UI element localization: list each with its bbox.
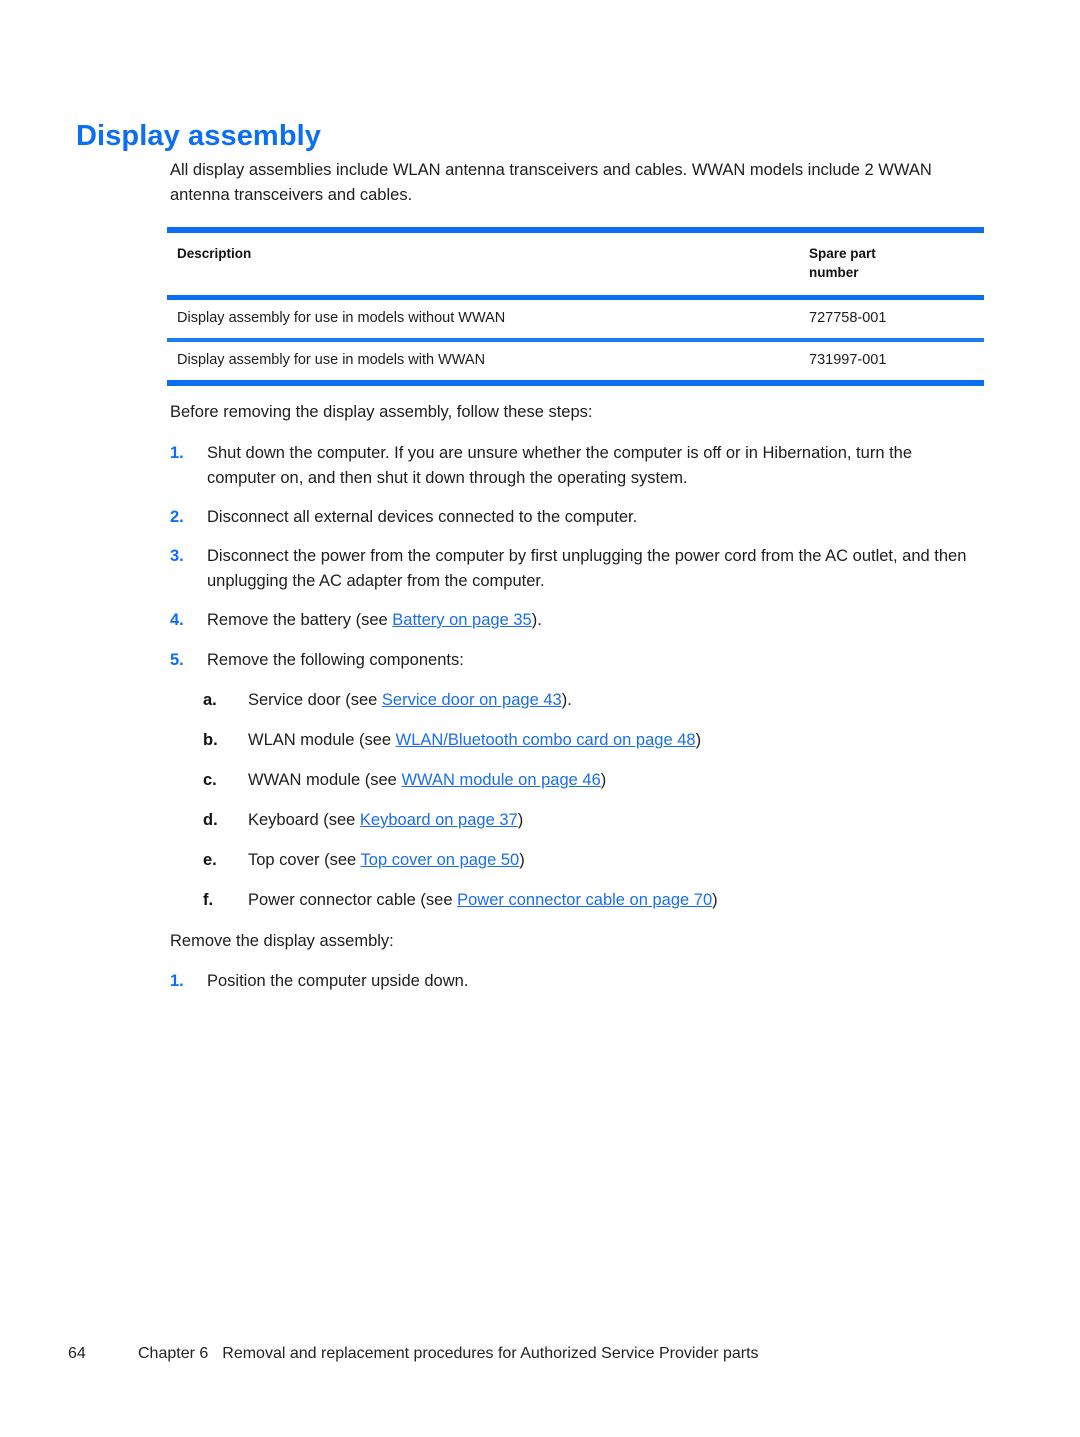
- step-text: Remove the following components:: [207, 651, 464, 669]
- step-marker: 1.: [170, 444, 184, 462]
- substep-marker: f.: [203, 891, 214, 909]
- step-text-prefix: Remove the battery (see: [207, 611, 393, 629]
- substep-marker: d.: [203, 811, 218, 829]
- before-removal-steps: 1. Shut down the computer. If you are un…: [170, 441, 984, 673]
- step-item: 3. Disconnect the power from the compute…: [170, 544, 984, 594]
- substep-marker: b.: [203, 731, 218, 749]
- cross-reference-link-keyboard[interactable]: Keyboard on page 37: [360, 811, 518, 829]
- step-marker: 5.: [170, 651, 184, 669]
- step-text: Disconnect the power from the computer b…: [207, 547, 967, 590]
- substep-item: b. WLAN module (see WLAN/Bluetooth combo…: [203, 728, 984, 753]
- table-row: Display assembly for use in models witho…: [167, 300, 984, 338]
- footer-chapter-title: Removal and replacement procedures for A…: [222, 1345, 759, 1362]
- before-removal-section: Before removing the display assembly, fo…: [170, 400, 984, 994]
- substep-marker: a.: [203, 691, 217, 709]
- cross-reference-link-power-connector-cable[interactable]: Power connector cable on page 70: [457, 891, 712, 909]
- cell-spare-part-number: 727758-001: [809, 310, 887, 326]
- cross-reference-link-service-door[interactable]: Service door on page 43: [382, 691, 562, 709]
- cell-spare-part-number: 731997-001: [809, 351, 887, 368]
- substep-text-prefix: WLAN module (see: [248, 731, 396, 749]
- cell-description: Display assembly for use in models witho…: [177, 310, 506, 326]
- remove-section-lead-in: Remove the display assembly:: [170, 932, 394, 950]
- footer-chapter: Chapter 6: [138, 1345, 209, 1362]
- cross-reference-link-top-cover[interactable]: Top cover on page 50: [361, 851, 520, 869]
- step-item: 1. Position the computer upside down.: [170, 969, 984, 994]
- step-item: 4. Remove the battery (see Battery on pa…: [170, 608, 984, 633]
- footer-page-number: 64: [68, 1345, 86, 1362]
- step-item: 2. Disconnect all external devices conne…: [170, 505, 984, 530]
- substep-text-suffix: ): [600, 771, 607, 789]
- substep-text-prefix: Service door (see: [248, 691, 382, 709]
- component-substeps: a. Service door (see Service door on pag…: [170, 688, 984, 913]
- step-item: 1. Shut down the computer. If you are un…: [170, 441, 984, 491]
- substep-item: e. Top cover (see Top cover on page 50): [203, 848, 984, 873]
- step-text: Shut down the computer. If you are unsur…: [207, 444, 913, 487]
- cross-reference-link-wwan-module[interactable]: WWAN module on page 46: [401, 771, 600, 789]
- step-marker: 3.: [170, 547, 184, 565]
- substep-text-prefix: Keyboard (see: [248, 811, 360, 829]
- step-text: Position the computer upside down.: [207, 972, 469, 990]
- step-marker: 2.: [170, 508, 184, 526]
- intro-paragraph: All display assemblies include WLAN ante…: [170, 161, 932, 204]
- cross-reference-link-battery[interactable]: Battery on page 35: [392, 611, 531, 629]
- spare-parts-table: Description Spare part number Display as…: [167, 227, 984, 386]
- intro-paragraph-container: All display assemblies include WLAN ante…: [170, 158, 984, 208]
- substep-item: c. WWAN module (see WWAN module on page …: [203, 768, 984, 793]
- substep-text-suffix: ): [517, 811, 524, 829]
- substep-item: d. Keyboard (see Keyboard on page 37): [203, 808, 984, 833]
- substep-item: f. Power connector cable (see Power conn…: [203, 888, 984, 913]
- column-header-spare-line2: number: [809, 265, 859, 280]
- substep-marker: c.: [203, 771, 217, 789]
- before-removal-lead-in: Before removing the display assembly, fo…: [170, 403, 593, 421]
- step-text: Disconnect all external devices connecte…: [207, 508, 638, 526]
- cross-reference-link-wlan-bluetooth-combo-card[interactable]: WLAN/Bluetooth combo card on page 48: [396, 731, 696, 749]
- step-item: 5. Remove the following components:: [170, 648, 984, 673]
- substep-text-suffix: ): [695, 731, 702, 749]
- table-rule-bottom: [167, 379, 984, 386]
- substep-text-suffix: ).: [561, 691, 572, 709]
- substep-marker: e.: [203, 851, 217, 869]
- substep-text-prefix: Power connector cable (see: [248, 891, 458, 909]
- column-header-spare-part-number: Spare part number: [809, 233, 984, 295]
- page-footer: 64 Chapter 6 Removal and replacement proce…: [68, 1345, 1008, 1363]
- column-header-spare-line1: Spare part: [809, 246, 876, 261]
- step-marker: 1.: [170, 972, 184, 990]
- remove-display-steps: 1. Position the computer upside down.: [170, 969, 984, 994]
- column-header-description: Description: [177, 246, 252, 261]
- substep-item: a. Service door (see Service door on pag…: [203, 688, 984, 713]
- table-row: Display assembly for use in models with …: [167, 342, 984, 380]
- step-marker: 4.: [170, 611, 184, 629]
- cell-description: Display assembly for use in models with …: [177, 351, 486, 368]
- document-page: Display assembly All display assemblies …: [0, 0, 1080, 1437]
- substep-text-prefix: WWAN module (see: [248, 771, 402, 789]
- table-header-row: Description Spare part number: [167, 233, 984, 295]
- substep-text-suffix: ): [519, 851, 525, 869]
- substep-text-suffix: ): [712, 891, 718, 909]
- page-title: Display assembly: [76, 120, 322, 153]
- step-text-suffix: ).: [531, 611, 542, 629]
- substep-text-prefix: Top cover (see: [248, 851, 361, 869]
